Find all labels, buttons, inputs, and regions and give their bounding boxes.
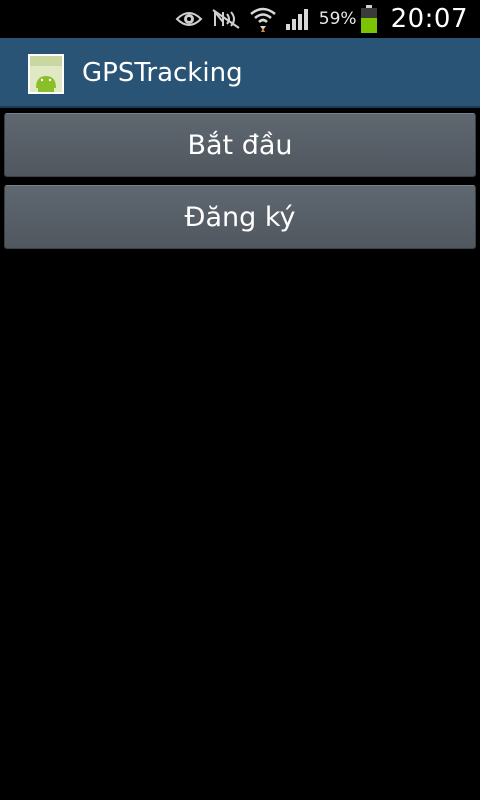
battery-percent: 59% bbox=[318, 9, 357, 29]
signal-icon bbox=[285, 8, 311, 30]
nfc-muted-icon bbox=[211, 8, 241, 30]
clock: 20:07 bbox=[390, 4, 468, 34]
battery-icon bbox=[360, 5, 377, 33]
start-button[interactable]: Bắt đầu bbox=[4, 113, 476, 177]
status-icons: 59% 20:07 bbox=[175, 0, 468, 38]
eye-icon bbox=[175, 9, 203, 29]
app-title: GPSTracking bbox=[82, 58, 243, 88]
android-app-icon[interactable] bbox=[28, 54, 64, 94]
wifi-icon bbox=[249, 6, 277, 32]
action-bar: GPSTracking bbox=[0, 38, 480, 108]
status-bar: 59% 20:07 bbox=[0, 0, 480, 38]
register-button[interactable]: Đăng ký bbox=[4, 185, 476, 249]
